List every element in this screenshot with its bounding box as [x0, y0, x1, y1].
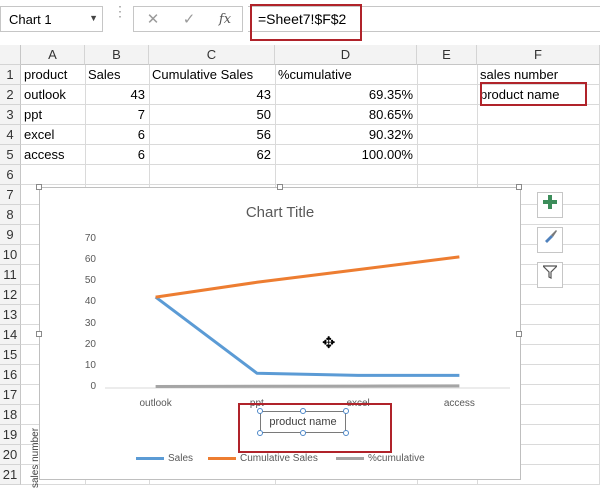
- table-cell[interactable]: excel: [21, 125, 85, 145]
- table-cell[interactable]: 6: [85, 125, 149, 145]
- row-header-1[interactable]: 1: [0, 65, 21, 85]
- table-cell[interactable]: 7: [85, 105, 149, 125]
- row-header-7[interactable]: 7: [0, 185, 21, 205]
- chart-elements-button[interactable]: [537, 192, 563, 218]
- spreadsheet-grid: A B C D E F 1 2 3 4 5 6 7 8 9 10 11 12 13 14 15 16 17 18 1…: [0, 45, 600, 488]
- row-header-8[interactable]: 8: [0, 205, 21, 225]
- plus-icon: [543, 195, 557, 209]
- selection-handle[interactable]: [300, 430, 306, 436]
- series-line--cumulative[interactable]: [155, 384, 460, 389]
- legend-item[interactable]: Cumulative Sales: [208, 452, 318, 466]
- insert-function-button[interactable]: fx: [214, 11, 236, 29]
- column-header-d[interactable]: D: [275, 45, 417, 65]
- table-cell[interactable]: 43: [149, 85, 275, 105]
- table-cell[interactable]: ppt: [21, 105, 85, 125]
- legend-swatch: [136, 456, 164, 460]
- grip-dots-icon: ⋮: [113, 3, 127, 19]
- name-box[interactable]: Chart 1 ▼: [0, 6, 103, 32]
- table-cell[interactable]: outlook: [21, 85, 85, 105]
- close-icon[interactable]: ✕: [142, 11, 164, 29]
- row-header-12[interactable]: 12: [0, 285, 21, 305]
- line-chart[interactable]: Chart Title sales number 0 10 20 30 40 50 60 70…: [30, 184, 522, 488]
- selection-handle[interactable]: [300, 408, 306, 414]
- selection-handle[interactable]: [343, 408, 349, 414]
- row-header-4[interactable]: 4: [0, 125, 21, 145]
- legend-swatch: [208, 456, 236, 460]
- series-line-sales[interactable]: [154, 295, 460, 377]
- table-cell[interactable]: 50: [149, 105, 275, 125]
- select-all-corner[interactable]: [0, 45, 21, 65]
- row-header-11[interactable]: 11: [0, 265, 21, 285]
- column-header-f[interactable]: F: [477, 45, 600, 65]
- row-header-9[interactable]: 9: [0, 225, 21, 245]
- brush-icon: [545, 230, 557, 243]
- check-icon[interactable]: ✓: [178, 11, 200, 29]
- table-cell[interactable]: 6: [85, 145, 149, 165]
- table-cell[interactable]: 90.32%: [275, 125, 417, 145]
- row-header-13[interactable]: 13: [0, 305, 21, 325]
- f2-highlight-box: [480, 82, 587, 106]
- formula-buttons: ✕ ✓ fx: [133, 6, 243, 32]
- grid-line: [21, 184, 600, 185]
- table-cell[interactable]: 80.65%: [275, 105, 417, 125]
- cell-a1[interactable]: product: [21, 65, 85, 85]
- row-header-5[interactable]: 5: [0, 145, 21, 165]
- row-header-16[interactable]: 16: [0, 365, 21, 385]
- chart-styles-button[interactable]: [537, 227, 563, 253]
- table-cell[interactable]: 56: [149, 125, 275, 145]
- formula-highlight-box: [250, 4, 362, 41]
- table-cell[interactable]: 62: [149, 145, 275, 165]
- chart-filters-button[interactable]: [537, 262, 563, 288]
- cell-b1[interactable]: Sales: [85, 65, 149, 85]
- selection-handle[interactable]: [257, 430, 263, 436]
- legend[interactable]: Sales Cumulative Sales %cumulative: [136, 452, 476, 466]
- row-header-18[interactable]: 18: [0, 405, 21, 425]
- move-cursor-icon: ✥: [322, 335, 336, 352]
- row-header-15[interactable]: 15: [0, 345, 21, 365]
- row-header-10[interactable]: 10: [0, 245, 21, 265]
- row-header-6[interactable]: 6: [0, 165, 21, 185]
- row-header-17[interactable]: 17: [0, 385, 21, 405]
- legend-label: %cumulative: [368, 453, 425, 464]
- row-header-21[interactable]: 21: [0, 465, 21, 485]
- row-header-2[interactable]: 2: [0, 85, 21, 105]
- row-header-3[interactable]: 3: [0, 105, 21, 125]
- cell-c1[interactable]: Cumulative Sales: [149, 65, 275, 85]
- legend-item[interactable]: Sales: [136, 452, 193, 466]
- row-header-14[interactable]: 14: [0, 325, 21, 345]
- row-header-20[interactable]: 20: [0, 445, 21, 465]
- filter-icon: [541, 265, 559, 279]
- column-header-b[interactable]: B: [85, 45, 149, 65]
- table-cell[interactable]: 100.00%: [275, 145, 417, 165]
- series-line-cumulative-sales[interactable]: [155, 255, 460, 299]
- formula-bar: Chart 1 ▼ ⋮ ✕ ✓ fx =Sheet7!$F$2: [0, 0, 600, 41]
- chevron-down-icon[interactable]: ▼: [89, 13, 98, 23]
- column-header-e[interactable]: E: [417, 45, 477, 65]
- row-header-19[interactable]: 19: [0, 425, 21, 445]
- name-box-value: Chart 1: [9, 12, 52, 27]
- column-header-c[interactable]: C: [149, 45, 275, 65]
- legend-label: Sales: [168, 453, 194, 464]
- column-header-a[interactable]: A: [21, 45, 85, 65]
- table-cell[interactable]: 43: [85, 85, 149, 105]
- legend-swatch: [336, 456, 364, 460]
- cell-d1[interactable]: %cumulative: [275, 65, 417, 85]
- legend-item[interactable]: %cumulative: [336, 452, 425, 466]
- table-cell[interactable]: 69.35%: [275, 85, 417, 105]
- selection-handle[interactable]: [257, 408, 263, 414]
- table-cell[interactable]: access: [21, 145, 85, 165]
- selection-handle[interactable]: [343, 430, 349, 436]
- legend-label: Cumulative Sales: [240, 453, 318, 464]
